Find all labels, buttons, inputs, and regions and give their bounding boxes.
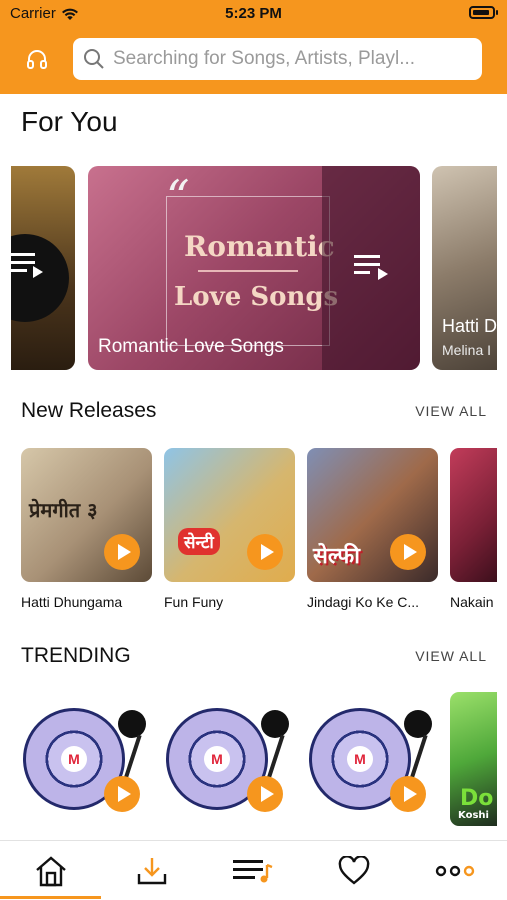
release-title: Jindagi Ko Ke C... — [307, 594, 420, 610]
search-bar[interactable] — [73, 38, 482, 80]
trending-header: TRENDING VIEW ALL — [21, 644, 487, 668]
release-tile[interactable]: सेन्टी — [164, 448, 295, 582]
album-art-text: सेन्टी — [178, 528, 220, 555]
turntable-arm-icon — [404, 710, 432, 738]
turntable-arm-icon — [118, 710, 146, 738]
album-art-arrow — [198, 270, 298, 272]
card-title: Romantic Love Songs — [98, 336, 284, 357]
home-icon — [35, 856, 66, 887]
tab-active-indicator — [0, 896, 101, 899]
more-icon — [435, 865, 474, 877]
trending-tile[interactable]: M — [164, 690, 295, 824]
status-bar: Carrier 5:23 PM — [0, 0, 507, 28]
play-button[interactable] — [104, 776, 140, 812]
brand-logo: M — [204, 746, 230, 772]
headphones-button[interactable] — [22, 44, 52, 74]
status-time: 5:23 PM — [225, 5, 282, 22]
play-button[interactable] — [247, 534, 283, 570]
trending-view-all[interactable]: VIEW ALL — [415, 648, 487, 664]
new-releases-title: New Releases — [21, 399, 157, 422]
heart-icon — [338, 856, 369, 885]
release-tile[interactable] — [450, 448, 497, 582]
release-title: Nakain — [450, 594, 494, 610]
new-releases-header: New Releases VIEW ALL — [21, 399, 487, 423]
tab-bar — [0, 840, 507, 900]
download-icon — [137, 858, 166, 885]
for-you-title: For You — [21, 106, 118, 137]
album-art-text: Do — [460, 786, 494, 811]
trending-title: TRENDING — [21, 644, 131, 667]
tab-home[interactable] — [0, 841, 101, 900]
album-art-text: प्रेमगीत ३ — [29, 498, 98, 522]
brand-logo: M — [347, 746, 373, 772]
album-art-title-line2: Love Songs — [174, 282, 339, 312]
playlist-icon — [11, 253, 43, 278]
search-icon — [84, 49, 104, 69]
album-art-text: सेल्फी — [313, 544, 360, 569]
headphones-icon — [27, 50, 47, 69]
trending-tile[interactable]: M — [307, 690, 438, 824]
release-title: Fun Funy — [164, 594, 224, 610]
playlist-icon — [232, 860, 272, 883]
card-subtitle: Melina I — [442, 342, 492, 358]
for-you-card-next[interactable]: Hatti D Melina I — [432, 166, 497, 370]
tab-more[interactable] — [404, 841, 505, 900]
trending-tile-partial[interactable]: Do Koshi — [450, 692, 497, 826]
trending-tile[interactable]: M — [21, 690, 152, 824]
for-you-card-prev[interactable] — [11, 166, 75, 370]
search-input[interactable] — [113, 48, 473, 70]
play-button[interactable] — [390, 776, 426, 812]
turntable-arm-icon — [261, 710, 289, 738]
playlist-icon — [354, 255, 388, 280]
app-header: Carrier 5:23 PM — [0, 0, 507, 94]
release-tile[interactable]: सेल्फी — [307, 448, 438, 582]
album-art-title-line1: Romantic — [184, 230, 335, 263]
for-you-card-romantic-love-songs[interactable]: “ Romantic Love Songs Romantic Love Song… — [88, 166, 420, 370]
play-button[interactable] — [390, 534, 426, 570]
tab-playlists[interactable] — [202, 841, 303, 900]
release-title: Hatti Dhungama — [21, 594, 123, 610]
play-button[interactable] — [104, 534, 140, 570]
brand-logo: M — [61, 746, 87, 772]
play-button[interactable] — [247, 776, 283, 812]
tab-downloads[interactable] — [101, 841, 202, 900]
album-art-subtext: Koshi — [458, 810, 489, 821]
release-tile[interactable]: प्रेमगीत ३ — [21, 448, 152, 582]
battery-icon — [469, 6, 498, 19]
new-releases-view-all[interactable]: VIEW ALL — [415, 403, 487, 419]
tab-favorites[interactable] — [303, 841, 404, 900]
card-title: Hatti D — [442, 316, 497, 336]
